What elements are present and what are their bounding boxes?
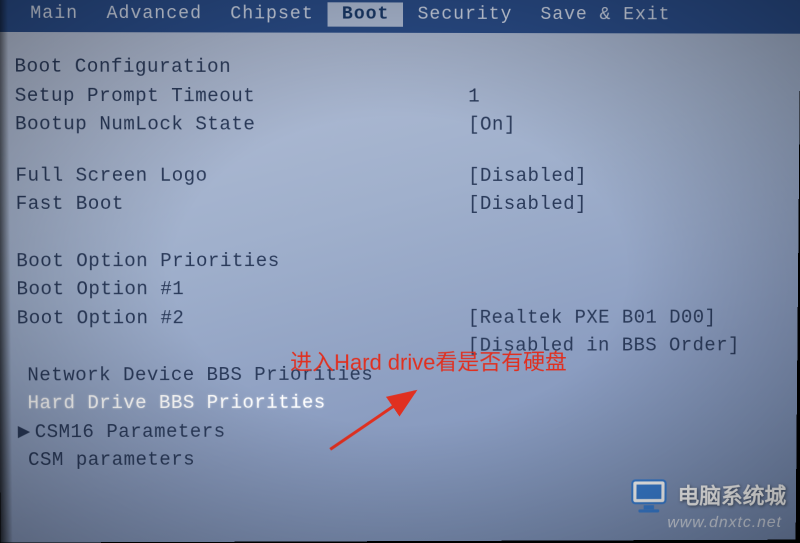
fast-boot-value: [Disabled]	[468, 190, 587, 219]
numlock-value: [On]	[468, 111, 516, 140]
setup-prompt-value: 1	[468, 82, 480, 111]
full-screen-logo-value: [Disabled]	[468, 161, 587, 190]
menu-security[interactable]: Security	[404, 2, 527, 27]
menu-chipset[interactable]: Chipset	[216, 2, 328, 27]
watermark-url: www.dnxtc.net	[667, 514, 782, 532]
menu-advanced[interactable]: Advanced	[92, 2, 216, 27]
annotation-text: 进入Hard drive看是否有硬盘	[290, 345, 567, 377]
monitor-icon	[628, 474, 670, 516]
csm-item[interactable]: CSM parameters	[28, 446, 195, 475]
bios-menu-bar: Main Advanced Chipset Boot Security Save…	[0, 0, 800, 34]
setup-prompt-label[interactable]: Setup Prompt Timeout	[15, 81, 469, 110]
menu-main[interactable]: Main	[16, 2, 92, 27]
numlock-label[interactable]: Bootup NumLock State	[15, 110, 468, 139]
menu-boot[interactable]: Boot	[328, 2, 404, 26]
menu-save-exit[interactable]: Save & Exit	[526, 3, 684, 28]
fast-boot-label[interactable]: Fast Boot	[16, 190, 468, 219]
watermark-logo: 电脑系统城	[628, 474, 786, 516]
bios-content: Boot Configuration Setup Prompt Timeout …	[0, 32, 800, 485]
boot-config-header: Boot Configuration	[14, 52, 468, 82]
cursor-indicator-icon: ▶	[18, 420, 31, 444]
boot-option-2-label[interactable]: Boot Option #2	[17, 303, 468, 332]
boot-option-1-value: [Realtek PXE B01 D00]	[468, 303, 717, 332]
hard-drive-bbs-item[interactable]: Hard Drive BBS Priorities	[27, 389, 325, 418]
watermark-brand: 电脑系统城	[677, 479, 786, 511]
csm16-item[interactable]: CSM16 Parameters	[35, 417, 226, 446]
full-screen-logo-label[interactable]: Full Screen Logo	[15, 161, 468, 190]
boot-priorities-header: Boot Option Priorities	[16, 246, 468, 275]
boot-option-1-label[interactable]: Boot Option #1	[16, 275, 468, 304]
